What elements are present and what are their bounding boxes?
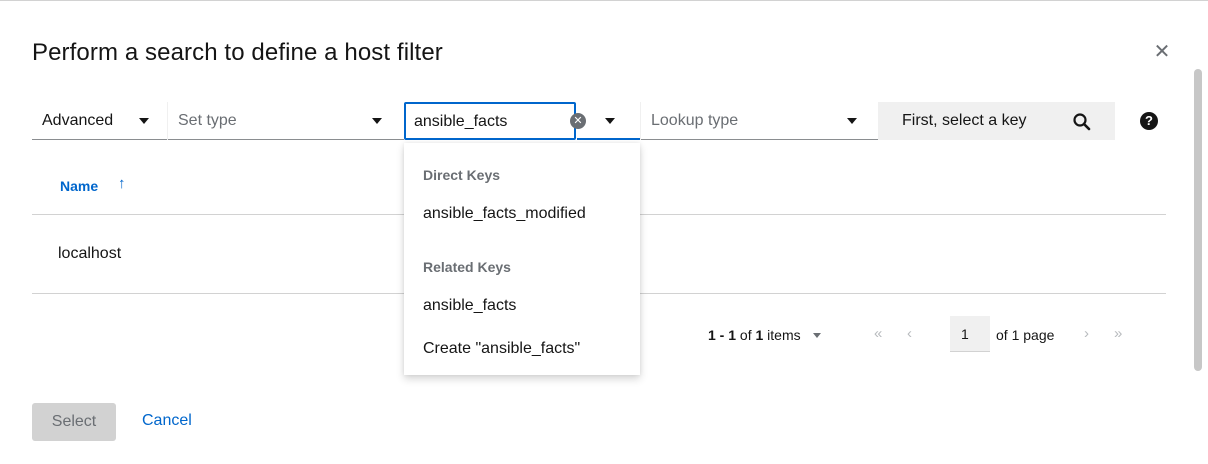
- menu-item-create-option[interactable]: Create "ansible_facts": [423, 340, 580, 358]
- modal-title: Perform a search to define a host filter: [32, 39, 443, 66]
- cancel-button[interactable]: Cancel: [142, 412, 192, 430]
- close-icon[interactable]: ✕: [1152, 42, 1172, 62]
- chevron-down-icon: [139, 118, 149, 124]
- search-mode-value: Advanced: [42, 112, 114, 129]
- key-typeahead-menu: Direct Keys ansible_facts_modified Relat…: [404, 143, 640, 375]
- table-row: localhost: [58, 245, 122, 262]
- first-page-icon[interactable]: «: [874, 325, 882, 342]
- menu-group-related-keys: Related Keys: [423, 259, 511, 275]
- chevron-down-icon: [847, 118, 857, 124]
- current-page-input[interactable]: 1: [950, 316, 990, 352]
- menu-group-direct-keys: Direct Keys: [423, 167, 501, 183]
- chevron-down-icon: [605, 118, 615, 124]
- pagination-page-total: of 1 page: [996, 327, 1055, 343]
- next-page-icon[interactable]: ›: [1084, 325, 1089, 342]
- pagination-count-toggle[interactable]: 1 - 1 of 1 items: [708, 327, 801, 343]
- search-mode-select[interactable]: Advanced: [32, 102, 167, 140]
- menu-item-ansible-facts-modified[interactable]: ansible_facts_modified: [423, 205, 586, 223]
- key-typeahead-input[interactable]: ansible_facts: [404, 102, 576, 140]
- key-typeahead-toggle[interactable]: [577, 102, 640, 140]
- set-type-select[interactable]: Set type: [168, 102, 404, 140]
- previous-page-icon[interactable]: ‹: [907, 325, 912, 342]
- key-input-value: ansible_facts: [414, 113, 508, 130]
- scrollbar[interactable]: [1194, 69, 1202, 371]
- chevron-down-icon[interactable]: [813, 333, 821, 338]
- pagination-range: 1 - 1: [708, 327, 737, 343]
- set-type-placeholder: Set type: [178, 112, 237, 129]
- search-icon[interactable]: [1072, 112, 1092, 132]
- value-input-placeholder: First, select a key: [902, 112, 1027, 129]
- chevron-down-icon: [372, 118, 382, 124]
- column-header-name[interactable]: Name: [60, 178, 98, 194]
- sort-ascending-icon[interactable]: ↑: [118, 175, 126, 192]
- menu-item-ansible-facts[interactable]: ansible_facts: [423, 297, 516, 315]
- lookup-type-select[interactable]: Lookup type: [641, 102, 878, 140]
- clear-icon[interactable]: ✕: [570, 113, 586, 129]
- select-button[interactable]: Select: [32, 403, 116, 441]
- host-filter-modal: Perform a search to define a host filter…: [0, 0, 1208, 464]
- pagination-items-label: items: [763, 327, 801, 343]
- help-icon[interactable]: ?: [1140, 112, 1158, 130]
- pagination-of: of: [736, 327, 756, 343]
- last-page-icon[interactable]: »: [1114, 325, 1122, 342]
- lookup-type-placeholder: Lookup type: [651, 112, 739, 129]
